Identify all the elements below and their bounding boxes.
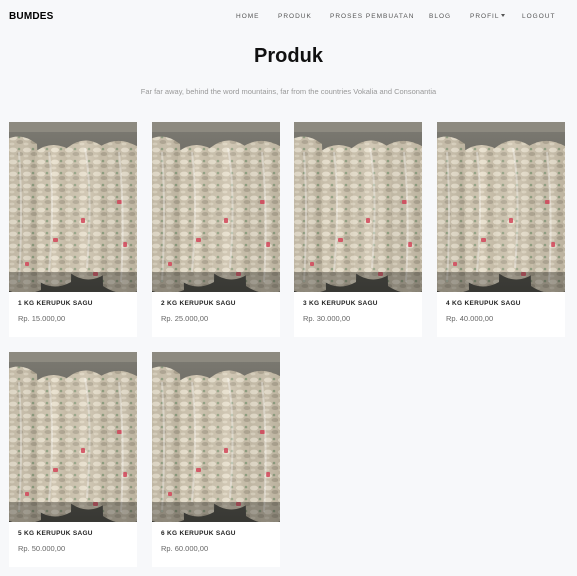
product-price: Rp. 40.000,00	[446, 314, 494, 323]
product-name[interactable]: 2 KG KERUPUK SAGU	[161, 300, 236, 307]
product-price: Rp. 25.000,00	[161, 314, 209, 323]
product-image[interactable]	[294, 122, 422, 292]
product-card[interactable]: 6 KG KERUPUK SAGU Rp. 60.000,00	[152, 352, 280, 567]
nav-produk[interactable]: PRODUK	[278, 13, 312, 20]
product-name[interactable]: 3 KG KERUPUK SAGU	[303, 300, 378, 307]
page-title: Produk	[254, 45, 323, 67]
product-price: Rp. 30.000,00	[303, 314, 351, 323]
product-card[interactable]: 2 KG KERUPUK SAGU Rp. 25.000,00	[152, 122, 280, 337]
main-nav: HOME PRODUK PROSES PEMBUATAN BLOG PROFIL…	[0, 13, 577, 23]
nav-profil-label: PROFIL	[470, 13, 500, 20]
product-card[interactable]: 4 KG KERUPUK SAGU Rp. 40.000,00	[437, 122, 565, 337]
product-image[interactable]	[152, 352, 280, 522]
product-image[interactable]	[152, 122, 280, 292]
product-name[interactable]: 4 KG KERUPUK SAGU	[446, 300, 521, 307]
chevron-down-icon	[501, 14, 506, 17]
product-price: Rp. 60.000,00	[161, 544, 209, 553]
navbar: BUMDES HOME PRODUK PROSES PEMBUATAN BLOG…	[0, 0, 577, 34]
product-name[interactable]: 1 KG KERUPUK SAGU	[18, 300, 93, 307]
nav-proses-pembuatan[interactable]: PROSES PEMBUATAN	[330, 13, 414, 20]
nav-logout[interactable]: LOGOUT	[522, 13, 555, 20]
product-name[interactable]: 6 KG KERUPUK SAGU	[161, 530, 236, 537]
product-card[interactable]: 1 KG KERUPUK SAGU Rp. 15.000,00	[9, 122, 137, 337]
product-price: Rp. 15.000,00	[18, 314, 66, 323]
nav-profil[interactable]: PROFIL	[470, 13, 506, 20]
page-subtitle: Far far away, behind the word mountains,…	[140, 87, 437, 96]
product-card[interactable]: 5 KG KERUPUK SAGU Rp. 50.000,00	[9, 352, 137, 567]
product-name[interactable]: 5 KG KERUPUK SAGU	[18, 530, 93, 537]
nav-blog[interactable]: BLOG	[429, 13, 451, 20]
nav-home[interactable]: HOME	[236, 13, 260, 20]
product-price: Rp. 50.000,00	[18, 544, 66, 553]
product-image[interactable]	[9, 122, 137, 292]
product-image[interactable]	[437, 122, 565, 292]
product-card[interactable]: 3 KG KERUPUK SAGU Rp. 30.000,00	[294, 122, 422, 337]
product-image[interactable]	[9, 352, 137, 522]
